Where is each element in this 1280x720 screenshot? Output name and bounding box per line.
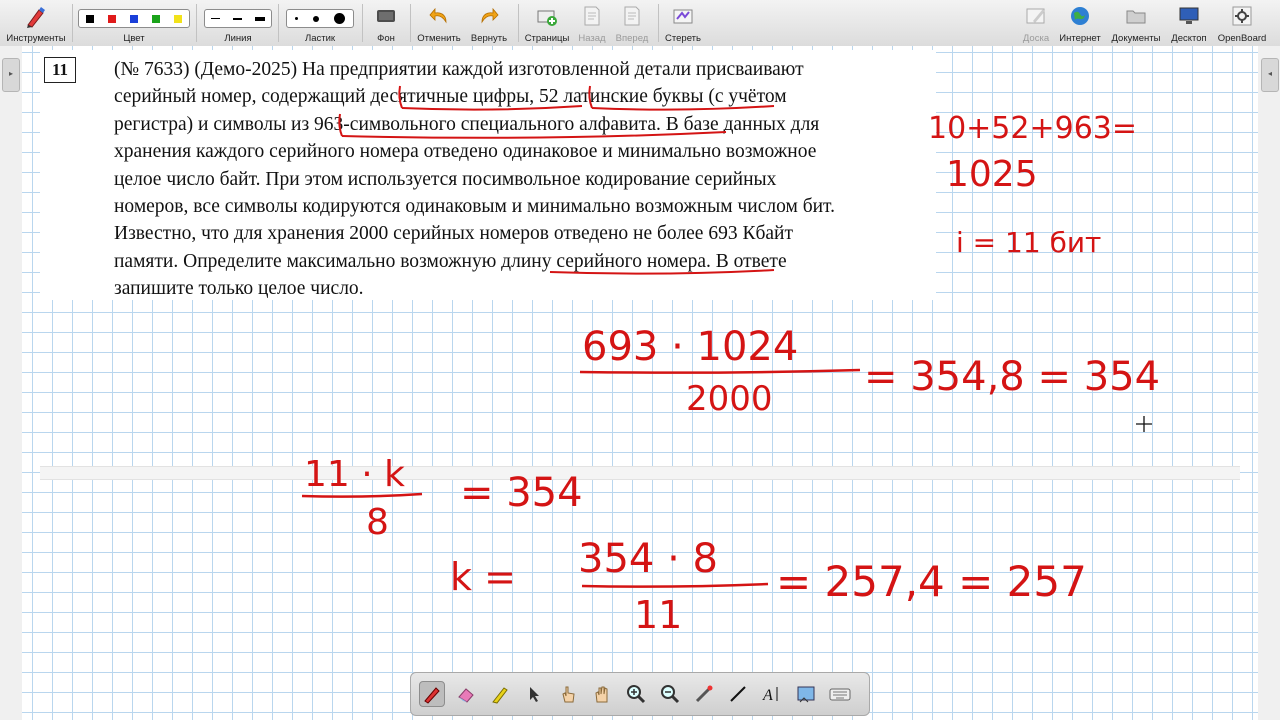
handwriting-layer: 10+52+963= 1025 i = 11 бит 693 · 1024 20… <box>301 85 1160 637</box>
keyboard-background-icon <box>375 5 397 30</box>
fraction3-bar <box>581 582 769 588</box>
fraction1-result: = 354,8 = 354 <box>864 354 1160 400</box>
svg-text:A: A <box>762 687 773 704</box>
redo-button[interactable]: Вернуть <box>466 3 512 45</box>
back-button[interactable]: Назад <box>574 3 610 45</box>
fraction2-result: = 354 <box>460 470 583 516</box>
right-panel-toggle[interactable]: ◂ <box>1261 58 1279 92</box>
fraction2-numerator: 11 · k <box>304 454 405 495</box>
pen-tools-icon <box>24 5 48 32</box>
laser-pointer-icon <box>695 685 713 703</box>
main-toolbar: Инструменты Цвет Линия Ластик Фон Отмени… <box>0 0 1280 47</box>
fraction1-numerator: 693 · 1024 <box>582 324 798 370</box>
text-icon: A <box>762 687 778 704</box>
fraction1-denominator: 2000 <box>686 379 773 419</box>
hand-icon <box>595 686 608 703</box>
zoom-out-button[interactable] <box>657 681 683 707</box>
desktop-button[interactable]: Десктоп <box>1166 3 1212 45</box>
line-group: Линия <box>224 33 252 44</box>
underline-mark <box>401 105 583 111</box>
fraction3-denominator: 11 <box>634 593 682 637</box>
keyboard-icon <box>829 688 851 701</box>
underline-mark <box>341 131 727 139</box>
select-tool-button[interactable] <box>521 681 547 707</box>
zoom-in-button[interactable] <box>623 681 649 707</box>
redo-arrow-icon <box>478 5 500 30</box>
zoom-out-icon <box>661 685 680 704</box>
eraser-icon <box>458 688 474 703</box>
openboard-button[interactable]: OpenBoard <box>1214 3 1270 45</box>
sum-expression: 10+52+963= <box>928 111 1137 146</box>
sum-result: 1025 <box>946 154 1038 195</box>
add-page-icon <box>536 5 558 30</box>
bracket-mark <box>588 85 593 109</box>
left-side-panel: ▸ <box>0 46 22 720</box>
tools-button[interactable]: Инструменты <box>2 3 70 45</box>
highlighter-icon <box>492 687 508 704</box>
fraction1-bar <box>579 368 861 374</box>
bracket-mark <box>398 85 403 109</box>
capture-tool-button[interactable] <box>793 681 819 707</box>
text-tool-button[interactable]: A <box>759 681 785 707</box>
clear-button[interactable]: Стереть <box>662 3 704 45</box>
virtual-keyboard-button[interactable] <box>827 681 853 707</box>
arrow-pointer-icon <box>530 687 539 702</box>
underline-mark <box>549 269 775 275</box>
gear-icon <box>1231 5 1253 30</box>
floating-toolbar: A <box>410 672 870 716</box>
line-tool-button[interactable] <box>725 681 751 707</box>
documents-button[interactable]: Документы <box>1108 3 1164 45</box>
hand-tool-button[interactable] <box>589 681 615 707</box>
internet-button[interactable]: Интернет <box>1056 3 1104 45</box>
bracket-mark <box>338 113 343 137</box>
whiteboard-canvas[interactable]: 11 (№ 7633) (Демо-2025) На предприятии к… <box>22 46 1258 720</box>
page-forward-icon <box>622 5 642 30</box>
page-back-icon <box>582 5 602 30</box>
pen-tool-button[interactable] <box>419 681 445 707</box>
forward-button[interactable]: Вперед <box>612 3 652 45</box>
pages-button[interactable]: Страницы <box>522 3 572 45</box>
left-panel-toggle[interactable]: ▸ <box>2 58 20 92</box>
pointing-hand-icon <box>562 686 575 703</box>
color-group: Цвет <box>123 33 145 44</box>
line-icon <box>730 686 746 702</box>
right-side-panel: ◂ <box>1258 46 1280 720</box>
zoom-in-icon <box>627 685 646 704</box>
screen-capture-icon <box>797 686 815 703</box>
globe-icon <box>1069 5 1091 30</box>
k-label: k = <box>450 555 516 599</box>
board-button[interactable]: Доска <box>1018 3 1054 45</box>
laser-pointer-button[interactable] <box>691 681 717 707</box>
folder-icon <box>1125 5 1147 30</box>
pen-icon <box>424 687 440 704</box>
background-button[interactable]: Фон <box>368 3 404 45</box>
underline-mark <box>591 105 775 111</box>
fraction3-numerator: 354 · 8 <box>578 536 718 582</box>
board-pencil-icon <box>1025 5 1047 30</box>
interact-tool-button[interactable] <box>555 681 581 707</box>
clear-board-icon <box>672 5 694 30</box>
undo-arrow-icon <box>428 5 450 30</box>
eraser-group: Ластик <box>304 33 336 44</box>
fraction2-denominator: 8 <box>366 502 389 543</box>
crosshair-cursor-icon <box>1136 416 1152 432</box>
monitor-icon <box>1178 5 1200 30</box>
undo-button[interactable]: Отменить <box>414 3 464 45</box>
text-annotations <box>338 85 775 275</box>
bits-value: i = 11 бит <box>956 226 1101 259</box>
eraser-tool-button[interactable] <box>453 681 479 707</box>
marker-tool-button[interactable] <box>487 681 513 707</box>
fraction3-result: = 257,4 = 257 <box>776 557 1087 606</box>
